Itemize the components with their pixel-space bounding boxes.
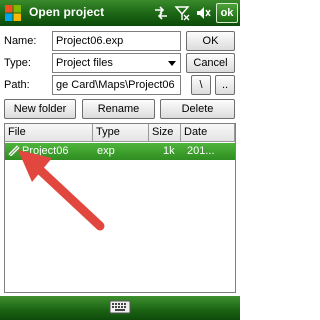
keyboard-icon[interactable]	[109, 300, 131, 317]
type-select[interactable]: Project files	[52, 53, 181, 73]
bottom-bar	[0, 296, 240, 320]
action-row: New folder Rename Delete	[0, 99, 240, 119]
path-row: Path: ge Card\Maps\Project06 \ ..	[0, 75, 240, 95]
name-input[interactable]: Project06.exp	[52, 31, 181, 51]
path-input[interactable]: ge Card\Maps\Project06	[52, 75, 181, 95]
rename-button[interactable]: Rename	[82, 99, 155, 119]
volume-icon[interactable]	[193, 3, 213, 23]
column-header-size[interactable]: Size	[149, 124, 181, 142]
chevron-down-icon	[166, 57, 178, 69]
titlebar-ok-button[interactable]: ok	[216, 3, 238, 23]
type-label: Type:	[4, 57, 31, 69]
file-icon	[8, 144, 20, 159]
table-row[interactable]: Project06 exp 1k 201...	[5, 143, 235, 160]
cancel-button[interactable]: Cancel	[186, 53, 235, 73]
signal-icon[interactable]	[172, 3, 192, 23]
name-row: Name: Project06.exp OK	[0, 31, 240, 51]
file-list[interactable]: File Type Size Date Project06 exp 1k 201…	[4, 123, 236, 293]
column-header-date[interactable]: Date	[181, 124, 235, 142]
column-header-type[interactable]: Type	[93, 124, 149, 142]
file-list-header: File Type Size Date	[5, 124, 235, 142]
file-name-cell: Project06	[22, 145, 69, 157]
file-size-cell: 1k	[163, 145, 175, 157]
new-folder-button[interactable]: New folder	[4, 99, 76, 119]
name-label: Name:	[4, 35, 37, 47]
path-root-button[interactable]: \	[191, 75, 211, 95]
windows-start-icon[interactable]	[2, 3, 24, 23]
file-type-cell: exp	[97, 145, 115, 157]
title-bar: Open project ok	[0, 0, 240, 26]
path-label: Path:	[4, 79, 30, 91]
type-select-value: Project files	[56, 57, 113, 69]
ok-button[interactable]: OK	[186, 31, 235, 51]
file-date-cell: 201...	[187, 145, 215, 157]
path-up-button[interactable]: ..	[215, 75, 235, 95]
connectivity-icon[interactable]	[151, 3, 171, 23]
window-title: Open project	[29, 5, 105, 19]
type-row: Type: Project files Cancel	[0, 53, 240, 73]
column-header-file[interactable]: File	[5, 124, 93, 142]
delete-button[interactable]: Delete	[160, 99, 235, 119]
